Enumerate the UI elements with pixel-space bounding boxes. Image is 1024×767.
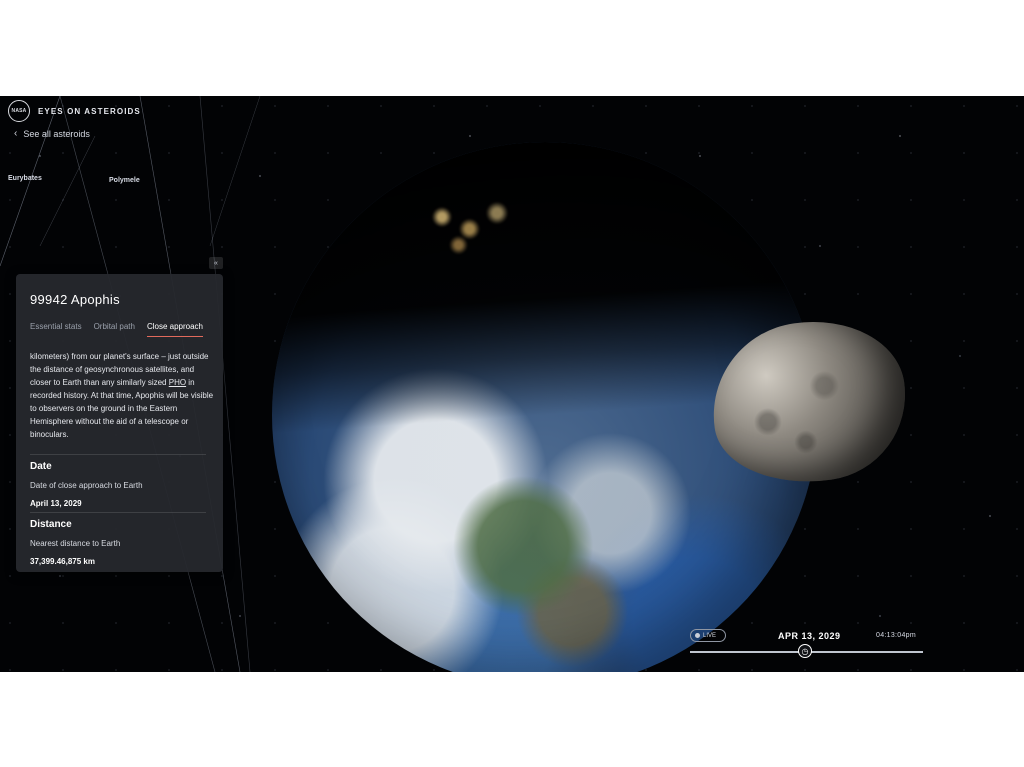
tab-orbital-path[interactable]: Orbital path bbox=[94, 322, 135, 337]
app-title: EYES ON ASTEROIDS bbox=[38, 106, 141, 116]
live-button[interactable]: LIVE bbox=[690, 629, 726, 642]
nasa-logo: NASA bbox=[8, 100, 30, 122]
live-label: LIVE bbox=[703, 632, 717, 639]
distance-label: Nearest distance to Earth bbox=[30, 539, 121, 548]
object-label-polymele[interactable]: Polymele bbox=[109, 177, 140, 184]
timeline-time: 04:13:04pm bbox=[876, 632, 916, 639]
earth-city-lights bbox=[420, 185, 530, 265]
distance-value: 37,399.46,875 km bbox=[30, 557, 95, 566]
date-section: Date Date of close approach to Earth Apr… bbox=[30, 454, 206, 508]
timeline-date: APR 13, 2029 bbox=[778, 631, 841, 641]
panel-tabs: Essential stats Orbital path Close appro… bbox=[30, 322, 203, 337]
date-label: Date of close approach to Earth bbox=[30, 481, 143, 490]
live-dot-icon bbox=[695, 633, 700, 638]
date-heading: Date bbox=[30, 461, 52, 472]
collapse-panel-button[interactable]: « bbox=[209, 257, 223, 269]
brand-header[interactable]: NASA EYES ON ASTEROIDS bbox=[8, 100, 141, 122]
timeline-slider-handle[interactable]: ◷ bbox=[798, 644, 812, 658]
object-label-eurybates[interactable]: Eurybates bbox=[8, 175, 42, 182]
see-all-asteroids-link[interactable]: ‹ See all asteroids bbox=[14, 128, 90, 139]
chevron-left-icon: ‹ bbox=[14, 128, 18, 139]
back-link-label: See all asteroids bbox=[23, 128, 90, 139]
date-value: April 13, 2029 bbox=[30, 499, 82, 508]
distance-section: Distance Nearest distance to Earth 37,39… bbox=[30, 512, 206, 566]
distance-heading: Distance bbox=[30, 519, 72, 530]
tab-essential-stats[interactable]: Essential stats bbox=[30, 322, 82, 337]
description-text-end: in recorded history. At that time, Apoph… bbox=[30, 378, 214, 439]
double-chevron-left-icon: « bbox=[214, 259, 218, 267]
panel-title: 99942 Apophis bbox=[30, 292, 120, 307]
tab-close-approach[interactable]: Close approach bbox=[146, 322, 203, 337]
pho-link[interactable]: PHO bbox=[169, 378, 186, 387]
clock-icon: ◷ bbox=[801, 646, 809, 656]
close-approach-description: kilometers) from our planet's surface – … bbox=[30, 350, 214, 441]
asteroid-info-panel: 99942 Apophis Essential stats Orbital pa… bbox=[16, 274, 223, 572]
